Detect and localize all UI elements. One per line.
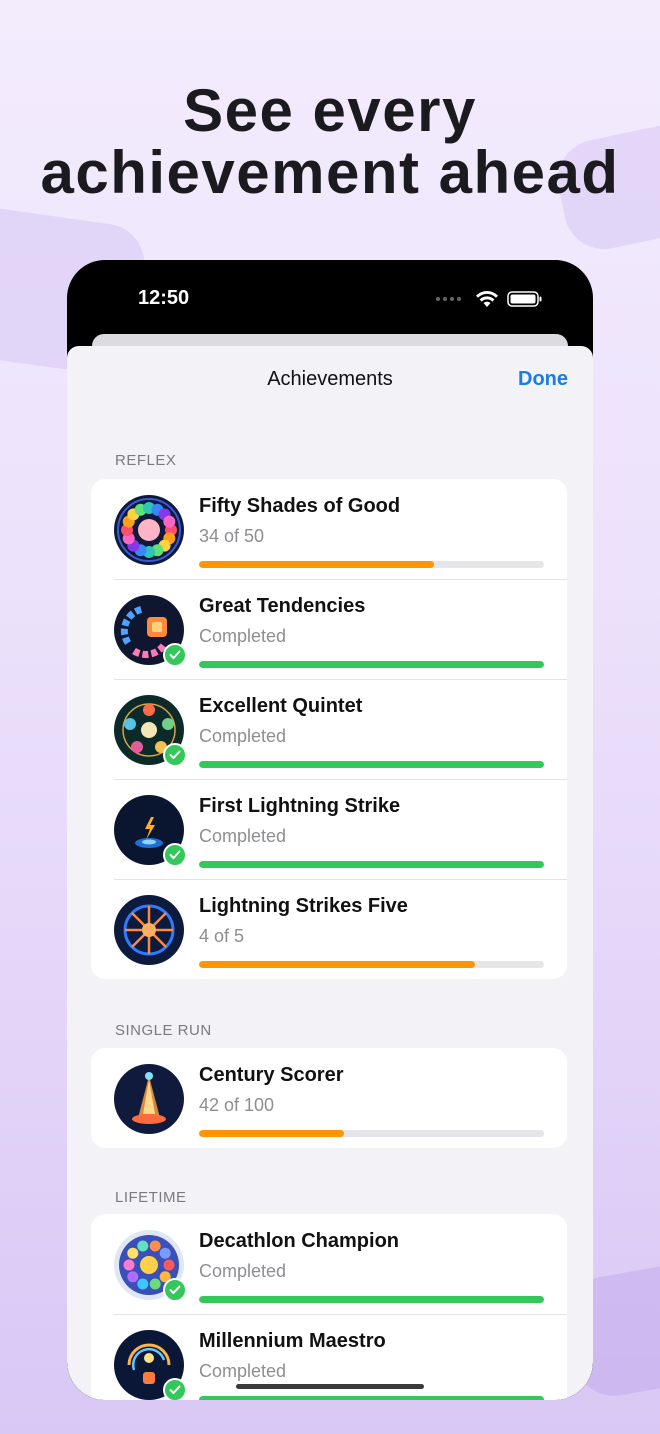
progress-bar xyxy=(199,661,544,668)
achievement-title: Century Scorer xyxy=(199,1064,344,1086)
achievement-row[interactable]: Century Scorer 42 of 100 xyxy=(91,1048,567,1148)
achievement-row[interactable]: Excellent Quintet Completed xyxy=(91,679,567,779)
checkmark-icon xyxy=(163,843,187,867)
home-indicator xyxy=(236,1384,424,1389)
achievement-group: Fifty Shades of Good 34 of 50 Great Tenden… xyxy=(91,479,567,979)
progress-bar xyxy=(199,761,544,768)
achievement-group: Decathlon Champion Completed Millennium Ma… xyxy=(91,1214,567,1400)
achievement-title: Great Tendencies xyxy=(199,595,366,617)
status-time: 12:50 xyxy=(138,287,190,309)
promo-headline: See every achievement ahead xyxy=(0,80,660,204)
color-wheel-icon xyxy=(114,495,184,565)
achievement-title: Excellent Quintet xyxy=(199,695,363,717)
progress-fill xyxy=(199,561,434,568)
section-header: SINGLE RUN xyxy=(115,1022,212,1039)
achievement-group: Century Scorer 42 of 100 xyxy=(91,1048,567,1148)
cellular-icon xyxy=(436,297,461,301)
section-header: LIFETIME xyxy=(115,1189,187,1206)
progress-fill xyxy=(199,961,475,968)
achievement-title: Lightning Strikes Five xyxy=(199,895,408,917)
achievement-status: 34 of 50 xyxy=(199,526,265,546)
sheet-title: Achievements xyxy=(267,368,393,390)
headline-line-2: achievement ahead xyxy=(40,139,620,206)
achievement-row[interactable]: Lightning Strikes Five 4 of 5 xyxy=(91,879,567,979)
achievement-row[interactable]: Decathlon Champion Completed xyxy=(91,1214,567,1314)
checkmark-icon xyxy=(163,1278,187,1302)
progress-bar xyxy=(199,1296,544,1303)
achievement-row[interactable]: First Lightning Strike Completed xyxy=(91,779,567,879)
achievement-status: 42 of 100 xyxy=(199,1095,275,1115)
achievement-status: Completed xyxy=(199,826,287,846)
achievement-row[interactable]: Great Tendencies Completed xyxy=(91,579,567,679)
progress-bar xyxy=(199,861,544,868)
progress-bar xyxy=(199,961,544,968)
progress-fill xyxy=(199,661,544,668)
glowing-tower-icon xyxy=(114,1064,184,1134)
progress-fill xyxy=(199,1396,544,1400)
achievement-status: Completed xyxy=(199,726,287,746)
status-icons xyxy=(436,290,543,308)
battery-icon xyxy=(507,291,542,307)
progress-fill xyxy=(199,1296,544,1303)
progress-fill xyxy=(199,1130,344,1137)
lightning-wheel-icon xyxy=(114,895,184,965)
progress-bar xyxy=(199,1130,544,1137)
headline-line-1: See every xyxy=(183,77,477,144)
checkmark-icon xyxy=(163,743,187,767)
achievement-title: Decathlon Champion xyxy=(199,1230,400,1252)
achievement-status: Completed xyxy=(199,1261,287,1281)
achievement-status: Completed xyxy=(199,626,287,646)
done-button[interactable]: Done xyxy=(518,368,568,391)
phone-frame: 12:50 Achievements Done REFLEX Fifty Shad… xyxy=(67,260,593,1400)
achievement-status: Completed xyxy=(199,1361,287,1381)
achievement-row[interactable]: Fifty Shades of Good 34 of 50 xyxy=(91,479,567,579)
checkmark-icon xyxy=(163,1378,187,1400)
status-bar: 12:50 xyxy=(67,260,593,336)
achievement-title: First Lightning Strike xyxy=(199,795,401,817)
progress-fill xyxy=(199,761,544,768)
achievement-title: Millennium Maestro xyxy=(199,1330,386,1352)
achievement-status: 4 of 5 xyxy=(199,926,245,946)
progress-fill xyxy=(199,861,544,868)
checkmark-icon xyxy=(163,643,187,667)
achievement-title: Fifty Shades of Good xyxy=(199,495,401,517)
achievements-sheet: Achievements Done REFLEX Fifty Shades of … xyxy=(67,346,593,1400)
progress-bar xyxy=(199,561,544,568)
section-header: REFLEX xyxy=(115,452,177,469)
wifi-icon xyxy=(476,291,498,307)
progress-bar xyxy=(199,1396,544,1400)
